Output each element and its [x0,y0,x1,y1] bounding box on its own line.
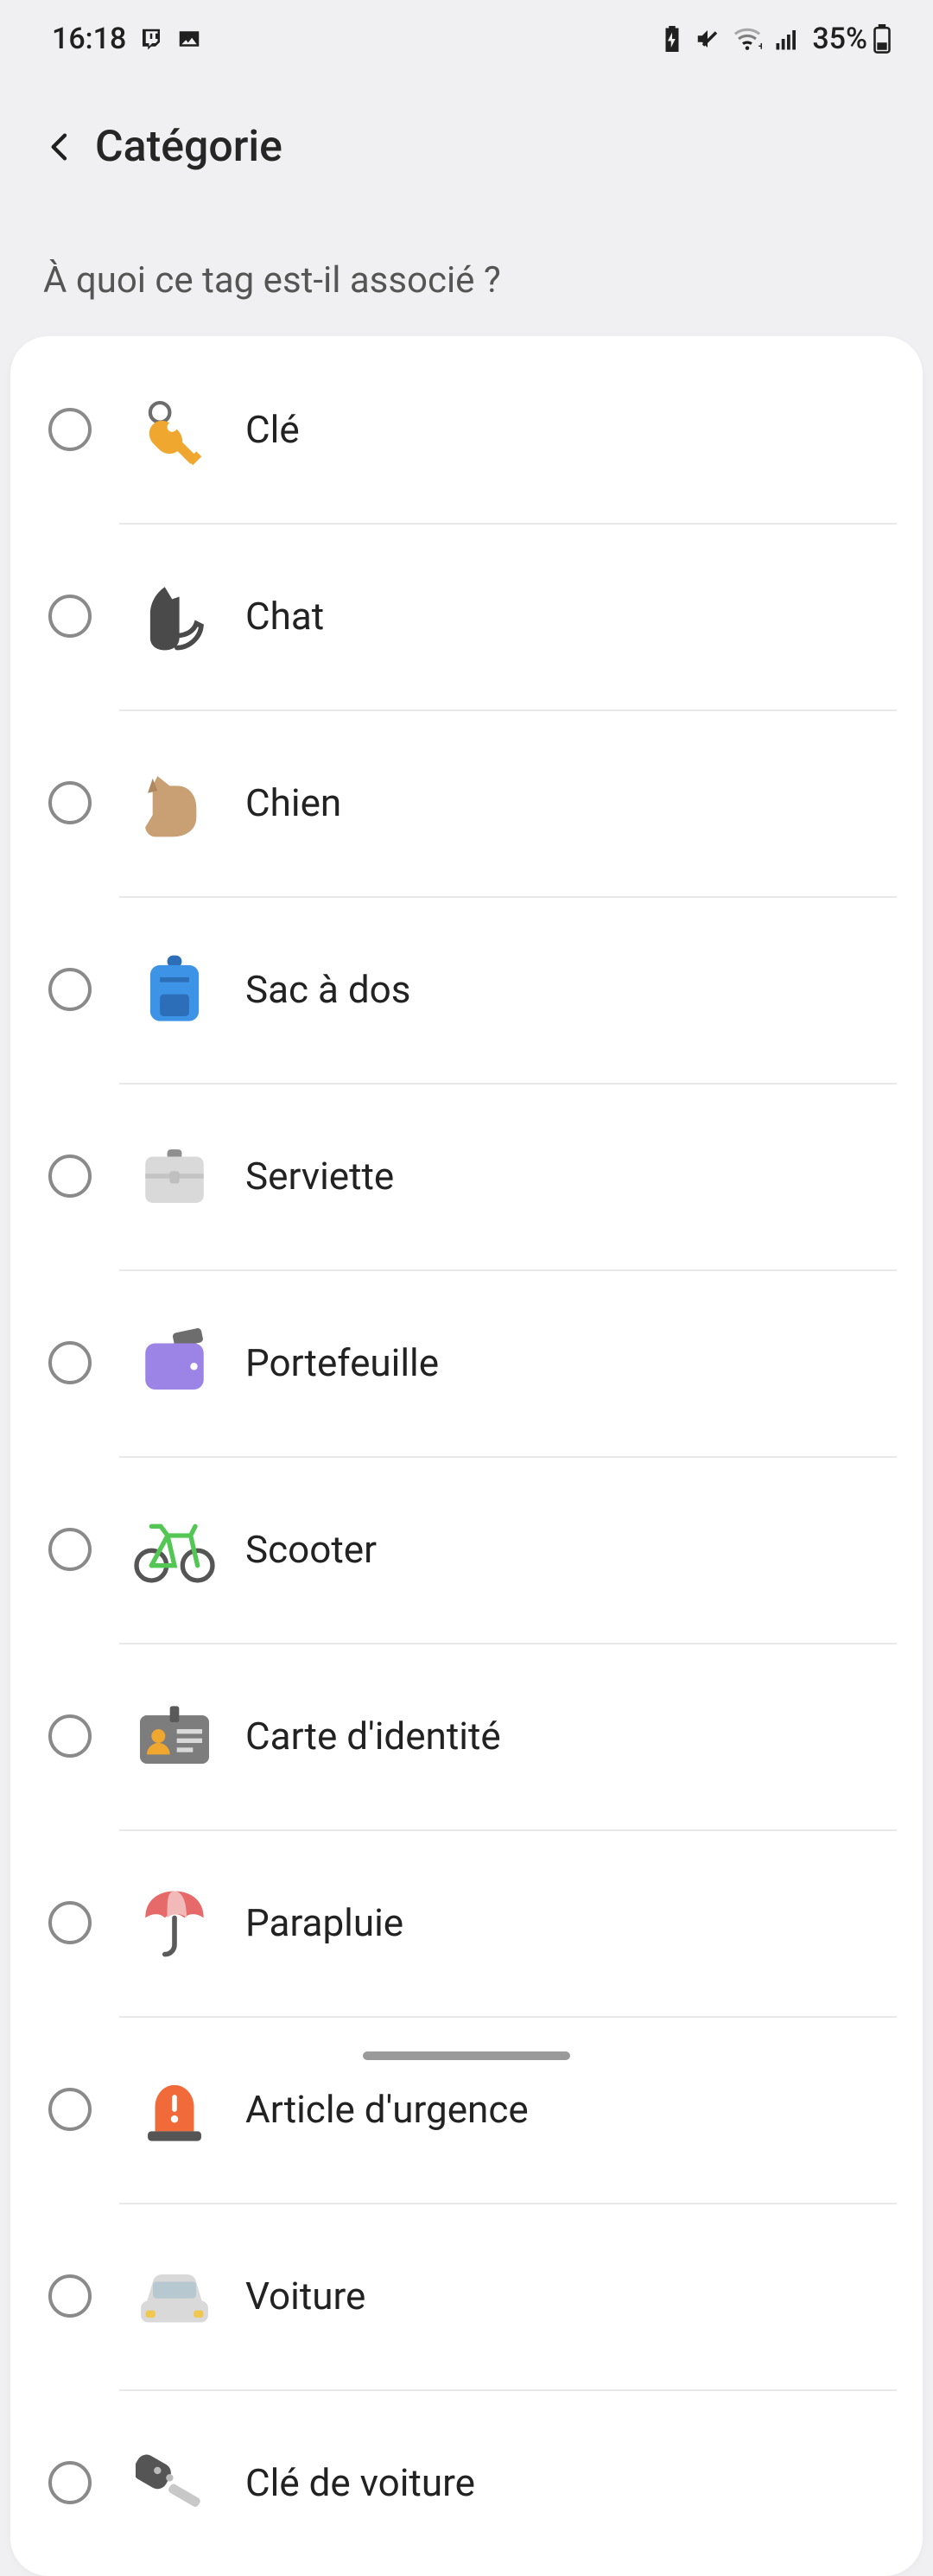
battery-saver-icon [662,26,682,52]
category-row-emergency[interactable]: Article d'urgence [10,2016,923,2203]
radio-unselected[interactable] [48,2088,92,2131]
radio-unselected[interactable] [48,408,92,451]
mute-icon [695,26,720,52]
category-row-cat[interactable]: Chat [10,523,923,709]
category-row-carkey[interactable]: Clé de voiture [10,2389,923,2576]
page-title: Catégorie [95,122,282,172]
radio-unselected[interactable] [48,968,92,1011]
category-label: Scooter [245,1527,377,1572]
status-time: 16:18 [52,22,126,56]
category-question: À quoi ce tag est-il associé ? [0,199,933,336]
back-button[interactable] [35,121,86,173]
category-row-wallet[interactable]: Portefeuille [10,1269,923,1456]
category-row-umbrella[interactable]: Parapluie [10,1829,923,2016]
category-row-key[interactable]: Clé [10,336,923,523]
home-indicator[interactable] [363,2051,570,2060]
category-label: Carte d'identité [245,1714,501,1759]
status-right: + 35% [662,22,892,56]
category-row-car[interactable]: Voiture [10,2203,923,2389]
category-label: Portefeuille [245,1340,439,1385]
category-label: Article d'urgence [245,2087,529,2132]
radio-unselected[interactable] [48,1714,92,1758]
photo-icon [176,26,202,52]
category-label: Sac à dos [245,967,410,1012]
status-left: 16:18 [52,22,202,56]
key-icon [123,378,226,481]
briefcase-icon [123,1124,226,1228]
cat-icon [123,564,226,668]
radio-unselected[interactable] [48,2274,92,2318]
category-label: Chat [245,594,324,639]
category-label: Clé [245,407,300,452]
umbrella-icon [123,1871,226,1975]
app-header: Catégorie [0,78,933,199]
id-card-icon [123,1684,226,1788]
radio-unselected[interactable] [48,1154,92,1198]
category-card: Clé Chat Chien Sac à dos Serviette [10,336,923,2576]
car-icon [123,2244,226,2348]
category-row-backpack[interactable]: Sac à dos [10,896,923,1083]
twitch-icon [138,26,164,52]
svg-text:+: + [758,41,762,52]
radio-unselected[interactable] [48,1528,92,1571]
category-row-idcard[interactable]: Carte d'identité [10,1643,923,1829]
category-label: Serviette [245,1154,394,1199]
radio-unselected[interactable] [48,595,92,638]
radio-unselected[interactable] [48,1341,92,1384]
category-label: Clé de voiture [245,2460,475,2505]
category-label: Voiture [245,2274,365,2318]
wifi-icon: + [733,26,762,52]
bicycle-icon [123,1498,226,1601]
car-key-icon [123,2431,226,2535]
category-row-bicycle[interactable]: Scooter [10,1456,923,1643]
category-row-dog[interactable]: Chien [10,709,923,896]
category-label: Chien [245,780,341,825]
chevron-left-icon [43,130,78,164]
backpack-icon [123,938,226,1041]
siren-icon [123,2058,226,2161]
status-bar: 16:18 + 35% [0,0,933,78]
category-label: Parapluie [245,1900,403,1945]
category-row-briefcase[interactable]: Serviette [10,1083,923,1269]
dog-icon [123,751,226,855]
battery-indicator: 35% [812,22,892,56]
radio-unselected[interactable] [48,2461,92,2504]
battery-percent: 35% [812,22,867,56]
radio-unselected[interactable] [48,1901,92,1944]
radio-unselected[interactable] [48,781,92,824]
wallet-icon [123,1311,226,1415]
signal-icon [774,26,800,52]
